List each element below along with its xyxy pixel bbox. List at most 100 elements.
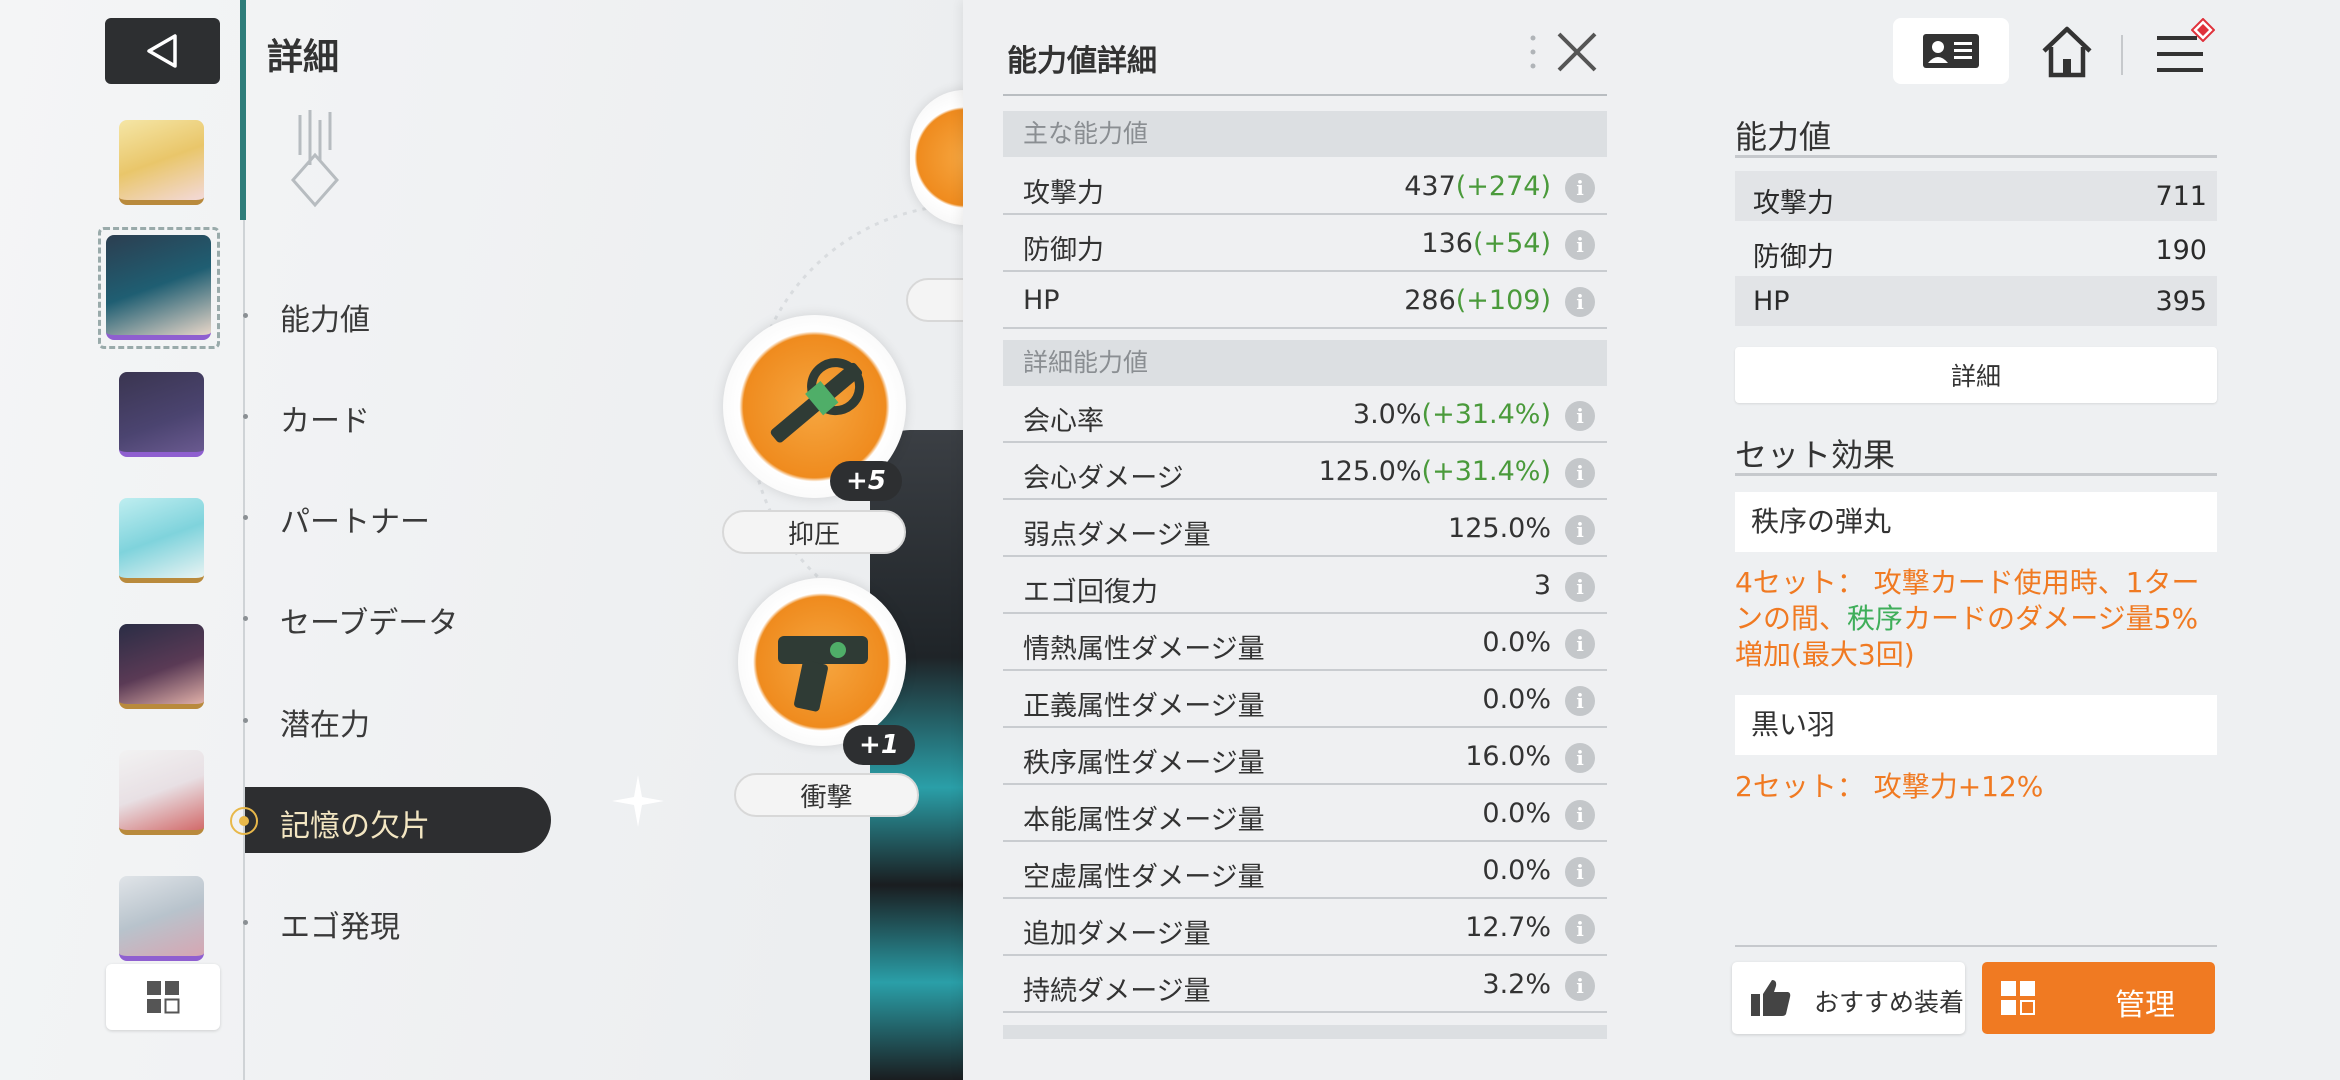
stat-name: エゴ回復力 <box>1023 577 1158 608</box>
grid-manage-icon <box>2001 981 2035 1015</box>
stat-value: 3.0%(+31.4%) <box>1353 399 1551 430</box>
menu-item-save-data[interactable]: セーブデータ <box>280 598 458 642</box>
menu-item-partner[interactable]: パートナー <box>280 497 430 541</box>
stat-value: 0.0% <box>1482 798 1551 829</box>
stat-base: 3.0% <box>1352 399 1422 430</box>
stat-value: 125.0%(+31.4%) <box>1319 456 1551 487</box>
stat-row: 攻撃力 437(+274) i <box>1003 160 1607 215</box>
stat-name: 弱点ダメージ量 <box>1023 520 1211 551</box>
info-icon[interactable]: i <box>1565 458 1595 488</box>
profile-card-button[interactable] <box>1893 18 2009 84</box>
stat-value: 16.0% <box>1465 741 1551 772</box>
stat-name: 持続ダメージ量 <box>1023 976 1211 1007</box>
set-effects-title: セット効果 <box>1735 436 1896 474</box>
menu-dot <box>243 414 248 419</box>
stat-name: 正義属性ダメージ量 <box>1023 691 1265 722</box>
sparkle-icon <box>612 775 664 827</box>
character-portrait-4[interactable] <box>119 498 204 583</box>
character-portrait-7[interactable] <box>119 876 204 961</box>
info-icon[interactable]: i <box>1565 800 1595 830</box>
notification-badge-icon <box>2191 18 2215 42</box>
info-icon[interactable]: i <box>1565 914 1595 944</box>
character-portrait-6[interactable] <box>119 750 204 835</box>
menu-rail-line <box>243 220 245 1080</box>
info-icon[interactable]: i <box>1565 572 1595 602</box>
character-portrait-selected[interactable] <box>106 235 211 340</box>
stat-base: 136 <box>1421 228 1473 259</box>
title-accent-bar <box>240 0 246 220</box>
stat-value: 395 <box>2155 286 2207 317</box>
stat-value: 136(+54) <box>1421 228 1551 259</box>
detail-button[interactable]: 詳細 <box>1735 347 2217 403</box>
stat-bonus: (+109) <box>1455 285 1551 316</box>
info-icon[interactable]: i <box>1565 743 1595 773</box>
info-icon[interactable]: i <box>1565 515 1595 545</box>
divider <box>1735 155 2217 158</box>
stat-value: 0.0% <box>1482 684 1551 715</box>
info-icon[interactable]: i <box>1565 173 1595 203</box>
level-badge-2: +1 <box>843 725 915 765</box>
stat-name: HP <box>1023 285 1060 316</box>
slot-2-label: 衝撃 <box>734 773 919 817</box>
stat-base: 286 <box>1404 285 1456 316</box>
set-name-box: 黒い羽 <box>1735 695 2217 755</box>
info-icon[interactable]: i <box>1565 230 1595 260</box>
character-portrait-1[interactable] <box>119 120 204 205</box>
stat-bonus: (+274) <box>1455 171 1551 202</box>
recommend-equip-label: おすすめ装着 <box>1814 988 1965 1017</box>
stat-row: 本能属性ダメージ量 0.0% i <box>1003 787 1607 842</box>
stat-value: 125.0% <box>1448 513 1551 544</box>
stat-row: 正義属性ダメージ量 0.0% i <box>1003 673 1607 728</box>
stat-name: HP <box>1753 286 1790 317</box>
manage-label: 管理 <box>2115 988 2175 1023</box>
menu-item-ego-manifestation[interactable]: エゴ発現 <box>280 902 400 946</box>
stat-bonus: (+54) <box>1472 228 1551 259</box>
stat-name: 攻撃力 <box>1753 188 1834 219</box>
home-icon[interactable] <box>2040 25 2094 79</box>
menu-item-cards[interactable]: カード <box>280 396 370 440</box>
menu-item-potential[interactable]: 潜在力 <box>280 700 370 744</box>
divider <box>1735 945 2217 947</box>
stats-panel-title: 能力値詳細 <box>1007 44 1157 79</box>
stat-row: 秩序属性ダメージ量 16.0% i <box>1003 730 1607 785</box>
grid-view-button[interactable] <box>106 964 220 1030</box>
info-icon[interactable]: i <box>1565 401 1595 431</box>
slot-top-label <box>906 278 966 322</box>
stat-bonus: (+31.4%) <box>1421 456 1551 487</box>
menu-dot <box>243 616 248 621</box>
memory-fragment-slot-2[interactable] <box>738 578 906 746</box>
menu-item-stats[interactable]: 能力値 <box>280 295 370 339</box>
set-effect-description: 2セット： 攻撃力+12% <box>1735 769 2225 805</box>
stat-name: 本能属性ダメージ量 <box>1023 805 1265 836</box>
stat-value: 711 <box>2155 181 2207 212</box>
character-portrait-5[interactable] <box>119 624 204 709</box>
set-desc-keyword: 秩序 <box>1847 602 1904 635</box>
info-icon[interactable]: i <box>1565 857 1595 887</box>
active-marker-icon <box>230 807 258 835</box>
manage-button[interactable]: 管理 <box>1982 962 2215 1034</box>
stat-row: エゴ回復力 3 i <box>1003 559 1607 614</box>
close-icon[interactable] <box>1555 30 1599 74</box>
stat-name: 秩序属性ダメージ量 <box>1023 748 1265 779</box>
info-icon[interactable]: i <box>1565 287 1595 317</box>
menu-item-memory-fragments[interactable]: 記憶の欠片 <box>280 801 430 845</box>
stat-bonus: (+31.4%) <box>1421 399 1551 430</box>
divider <box>1735 473 2217 476</box>
stat-name: 情熱属性ダメージ量 <box>1023 634 1265 665</box>
menu-dot <box>243 515 248 520</box>
id-card-icon <box>1923 34 1979 68</box>
section-main-stats: 主な能力値 <box>1003 111 1607 157</box>
stat-row: 会心率 3.0%(+31.4%) i <box>1003 388 1607 443</box>
info-icon[interactable]: i <box>1565 629 1595 659</box>
stat-row: 会心ダメージ 125.0%(+31.4%) i <box>1003 445 1607 500</box>
section-detail-stats: 詳細能力値 <box>1003 340 1607 386</box>
stat-value: 0.0% <box>1482 627 1551 658</box>
back-button[interactable] <box>105 18 220 84</box>
stat-value: 437(+274) <box>1404 171 1551 202</box>
info-icon[interactable]: i <box>1565 971 1595 1001</box>
recommend-equip-button[interactable]: おすすめ装着 <box>1732 962 1965 1034</box>
info-icon[interactable]: i <box>1565 686 1595 716</box>
page-title: 詳細 <box>267 37 340 78</box>
stat-row: 弱点ダメージ量 125.0% i <box>1003 502 1607 557</box>
character-portrait-3[interactable] <box>119 372 204 457</box>
